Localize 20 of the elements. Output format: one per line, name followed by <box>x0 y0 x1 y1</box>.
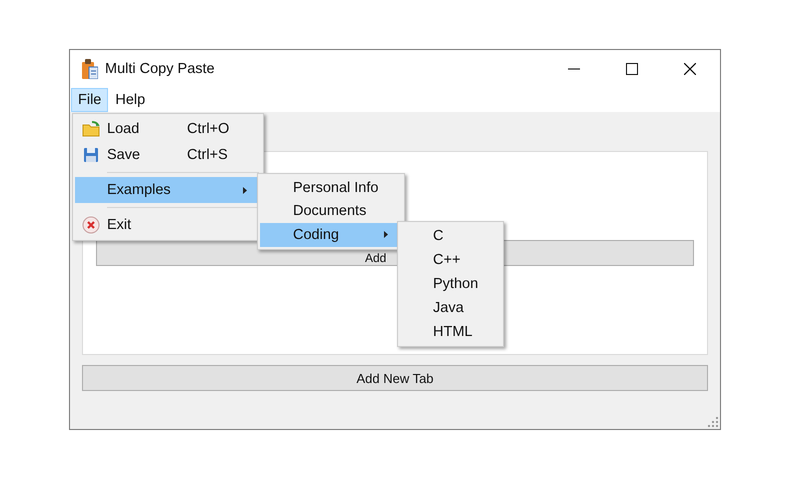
folder-icon <box>82 121 100 137</box>
shortcut-label: Ctrl+O <box>187 121 230 137</box>
menu-item[interactable]: Java <box>400 296 501 320</box>
clipboard-icon <box>82 59 98 79</box>
menu-item[interactable]: Documents <box>260 200 402 223</box>
menu-item[interactable]: Help <box>108 88 152 112</box>
menu-item[interactable]: Load Ctrl+O <box>75 116 261 142</box>
menu-item[interactable]: Exit <box>75 212 261 238</box>
menu-item[interactable]: File <box>71 88 108 112</box>
window-title: Multi Copy Paste <box>105 61 216 77</box>
add-new-tab-button[interactable]: Add New Tab <box>82 365 708 391</box>
shortcut-label: Ctrl+S <box>187 147 229 163</box>
menu-item[interactable]: Personal Info <box>260 176 402 200</box>
maximize-icon[interactable] <box>626 63 638 75</box>
menu-item[interactable]: Save Ctrl+S <box>75 142 261 168</box>
close-icon[interactable] <box>684 63 696 75</box>
resize-grip-icon[interactable] <box>708 417 718 427</box>
menu-item[interactable]: HTML <box>400 320 501 344</box>
menu-item[interactable]: Python <box>400 272 501 296</box>
exit-icon <box>82 216 100 234</box>
